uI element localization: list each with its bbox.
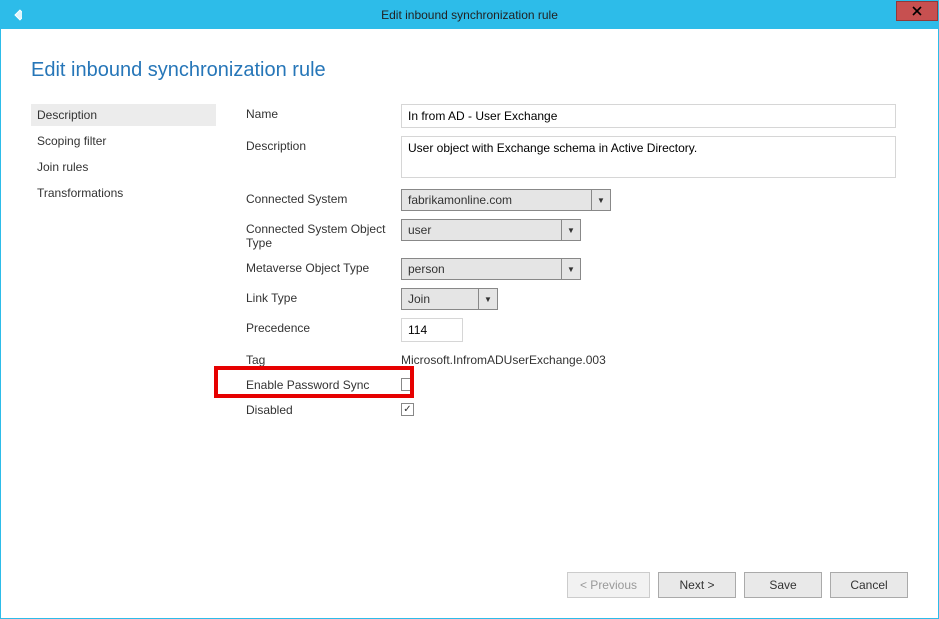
label-link-type: Link Type (246, 288, 401, 305)
sidebar-item-transformations[interactable]: Transformations (31, 182, 216, 204)
link-type-select[interactable]: Join ▼ (401, 288, 498, 310)
save-button[interactable]: Save (744, 572, 822, 598)
precedence-input[interactable] (401, 318, 463, 342)
row-disabled: Disabled ✓ (246, 400, 908, 417)
chevron-down-icon: ▼ (479, 289, 497, 309)
next-button[interactable]: Next > (658, 572, 736, 598)
previous-button[interactable]: < Previous (567, 572, 650, 598)
page-title: Edit inbound synchronization rule (31, 59, 908, 82)
row-enable-password-sync: Enable Password Sync (246, 375, 908, 394)
connected-system-select[interactable]: fabrikamonline.com ▼ (401, 189, 611, 211)
sidebar-item-join-rules[interactable]: Join rules (31, 156, 216, 178)
sidebar: Description Scoping filter Join rules Tr… (31, 104, 216, 618)
row-connected-system: Connected System fabrikamonline.com ▼ (246, 189, 908, 211)
content-row: Description Scoping filter Join rules Tr… (31, 104, 908, 618)
tag-value: Microsoft.InfromADUserExchange.003 (401, 350, 908, 367)
label-metaverse-object-type: Metaverse Object Type (246, 258, 401, 275)
description-input[interactable]: User object with Exchange schema in Acti… (401, 136, 896, 178)
cancel-button[interactable]: Cancel (830, 572, 908, 598)
chevron-down-icon: ▼ (592, 190, 610, 210)
button-row: < Previous Next > Save Cancel (567, 572, 908, 598)
row-precedence: Precedence (246, 318, 908, 342)
window: Edit inbound synchronization rule Edit i… (0, 0, 939, 619)
sidebar-item-scoping-filter[interactable]: Scoping filter (31, 130, 216, 152)
metaverse-object-type-select[interactable]: person ▼ (401, 258, 581, 280)
row-link-type: Link Type Join ▼ (246, 288, 908, 310)
enable-password-sync-checkbox[interactable] (401, 378, 414, 391)
name-input[interactable] (401, 104, 896, 128)
label-tag: Tag (246, 350, 401, 367)
label-connected-system-object-type: Connected System Object Type (246, 219, 401, 250)
row-name: Name (246, 104, 908, 128)
chevron-down-icon: ▼ (562, 259, 580, 279)
body-area: Edit inbound synchronization rule Descri… (1, 29, 938, 618)
label-description: Description (246, 136, 401, 153)
label-enable-password-sync: Enable Password Sync (246, 375, 401, 392)
chevron-down-icon: ▼ (562, 220, 580, 240)
row-metaverse-object-type: Metaverse Object Type person ▼ (246, 258, 908, 280)
metaverse-object-type-value: person (402, 259, 562, 279)
label-name: Name (246, 104, 401, 121)
connected-system-object-type-value: user (402, 220, 562, 240)
connected-system-value: fabrikamonline.com (402, 190, 592, 210)
form-area: Name Description User object with Exchan… (216, 104, 908, 618)
row-tag: Tag Microsoft.InfromADUserExchange.003 (246, 350, 908, 367)
app-icon (7, 7, 23, 23)
link-type-value: Join (402, 289, 479, 309)
close-button[interactable] (896, 1, 938, 21)
row-description: Description User object with Exchange sc… (246, 136, 908, 181)
label-connected-system: Connected System (246, 189, 401, 206)
window-title: Edit inbound synchronization rule (381, 8, 558, 22)
sidebar-item-description[interactable]: Description (31, 104, 216, 126)
disabled-checkbox[interactable]: ✓ (401, 403, 414, 416)
row-connected-system-object-type: Connected System Object Type user ▼ (246, 219, 908, 250)
label-disabled: Disabled (246, 400, 401, 417)
titlebar: Edit inbound synchronization rule (1, 1, 938, 29)
connected-system-object-type-select[interactable]: user ▼ (401, 219, 581, 241)
label-precedence: Precedence (246, 318, 401, 335)
